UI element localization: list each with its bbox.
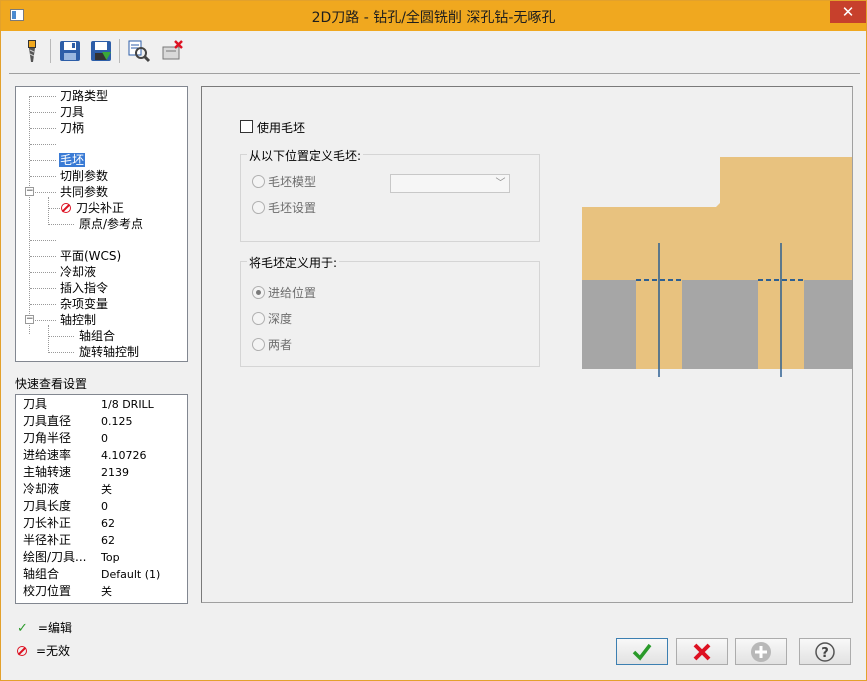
collapse-common-params-icon[interactable]: − xyxy=(25,187,34,196)
legend-invalid: =无效 xyxy=(17,642,70,659)
quickview-row: 刀具长度 0 xyxy=(23,499,108,513)
tree-item-axis-combination[interactable]: 轴组合 xyxy=(79,328,115,344)
part-region xyxy=(682,280,758,369)
radio-dot xyxy=(252,201,265,214)
quickview-row: 轴组合 Default (1) xyxy=(23,567,161,581)
parameter-tree: − − 刀路类型 刀具 刀柄 毛坯 切削参数 共同参数 刀尖补正 原点/参考点 … xyxy=(15,86,188,362)
stock-settings-panel: 使用毛坯 从以下位置定义毛坯: 毛坯模型 毛坯设置 ﹀ 将毛坯定义用于: 进给位… xyxy=(201,86,853,603)
radio-depth[interactable]: 深度 xyxy=(252,310,292,327)
apply-stock-group: 将毛坯定义用于: 进给位置 深度 两者 xyxy=(240,254,540,367)
quickview-row: 冷却液关 xyxy=(23,482,112,496)
tree-item-axis-control[interactable]: 轴控制 xyxy=(60,312,96,328)
legend-edit: ✓ =编辑 xyxy=(17,621,72,636)
window-title: 2D刀路 - 钻孔/全圆铣削 深孔钻-无啄孔 xyxy=(311,10,556,26)
apply-stock-title: 将毛坯定义用于: xyxy=(247,254,340,271)
plus-circle-icon xyxy=(751,641,771,662)
quickview-row: 主轴转速 2139 xyxy=(23,465,129,479)
delete-icon[interactable] xyxy=(159,38,185,64)
chevron-down-icon: ﹀ xyxy=(495,178,506,189)
tree-item-linking-params[interactable]: 共同参数 xyxy=(60,184,108,200)
radio-dot xyxy=(252,338,265,351)
radio-feed-position[interactable]: 进给位置 xyxy=(252,284,316,301)
tree-item-holder[interactable]: 刀柄 xyxy=(60,120,84,136)
radio-both[interactable]: 两者 xyxy=(252,336,292,353)
close-icon xyxy=(693,643,711,660)
drill-tool-icon[interactable] xyxy=(19,38,45,64)
stock-model-combo[interactable]: ﹀ xyxy=(390,174,510,193)
help-button[interactable]: ? xyxy=(799,638,851,665)
help-icon: ? xyxy=(815,641,835,662)
tree-item-cut-params[interactable]: 切削参数 xyxy=(60,168,108,184)
dialog-window: 2D刀路 - 钻孔/全圆铣削 深孔钻-无啄孔 ✕ − − 刀路类型 刀具 刀柄 … xyxy=(0,0,867,681)
tree-item-planes[interactable]: 平面(WCS) xyxy=(60,248,121,264)
add-button[interactable] xyxy=(735,638,787,665)
part-region xyxy=(582,280,636,369)
part-region xyxy=(804,280,852,369)
tree-item-rotary-axis-control[interactable]: 旋转轴控制 xyxy=(79,344,139,360)
ok-button[interactable] xyxy=(616,638,668,665)
quickview-row: 刀具 1/8 DRILL xyxy=(23,397,154,411)
save-as-icon[interactable] xyxy=(88,38,114,64)
radio-stock-setup[interactable]: 毛坯设置 xyxy=(252,199,316,216)
quickview-row: 绘图/刀具... Top xyxy=(23,550,120,564)
radio-dot xyxy=(252,286,265,299)
quickview-row: 进给速率 4.10726 xyxy=(23,448,147,462)
title-bar[interactable]: 2D刀路 - 钻孔/全圆铣削 深孔钻-无啄孔 ✕ xyxy=(1,1,866,31)
invalid-icon xyxy=(17,646,27,656)
tree-item-canned-text[interactable]: 插入指令 xyxy=(60,280,108,296)
svg-text:?: ? xyxy=(821,646,829,661)
toolbar-separator xyxy=(9,73,860,74)
use-stock-label: 使用毛坯 xyxy=(257,121,306,135)
checkmark-icon xyxy=(632,643,652,661)
quickview-title: 快速查看设置 xyxy=(15,377,88,391)
use-stock-checkbox[interactable] xyxy=(240,120,253,133)
radio-stock-model[interactable]: 毛坯模型 xyxy=(252,173,316,190)
invalid-icon xyxy=(61,203,71,213)
tree-item-toolpath-type[interactable]: 刀路类型 xyxy=(60,88,108,104)
quickview-panel: 刀具 1/8 DRILL 刀具直径 0.125 刀角半径 0 进给速率 4.10726 … xyxy=(15,394,188,604)
tree-item-coolant[interactable]: 冷却液 xyxy=(60,264,96,280)
quickview-row: 半径补正 62 xyxy=(23,533,115,547)
stock-illustration xyxy=(582,157,852,377)
checkmark-icon: ✓ xyxy=(17,621,28,636)
tree-item-tip-comp[interactable]: 刀尖补正 xyxy=(61,200,124,216)
radio-dot xyxy=(252,312,265,325)
define-stock-from-group: 从以下位置定义毛坯: 毛坯模型 毛坯设置 ﹀ xyxy=(240,147,540,242)
preview-icon[interactable] xyxy=(126,38,152,64)
quickview-row: 刀长补正 62 xyxy=(23,516,115,530)
close-button[interactable]: ✕ xyxy=(830,1,866,23)
save-icon[interactable] xyxy=(57,38,83,64)
tree-item-stock[interactable]: 毛坯 xyxy=(59,152,86,168)
quickview-row: 刀具直径 0.125 xyxy=(23,414,133,428)
quickview-row: 校刀位置关 xyxy=(23,584,112,598)
tree-item-home-ref[interactable]: 原点/参考点 xyxy=(79,216,143,232)
define-stock-from-title: 从以下位置定义毛坯: xyxy=(247,147,364,164)
tree-item-tool[interactable]: 刀具 xyxy=(60,104,84,120)
quickview-row: 刀角半径 0 xyxy=(23,431,108,445)
radio-dot xyxy=(252,175,265,188)
collapse-axis-control-icon[interactable]: − xyxy=(25,315,34,324)
toolbar xyxy=(9,35,859,69)
cancel-button[interactable] xyxy=(676,638,728,665)
tree-item-misc-values[interactable]: 杂项变量 xyxy=(60,296,108,312)
